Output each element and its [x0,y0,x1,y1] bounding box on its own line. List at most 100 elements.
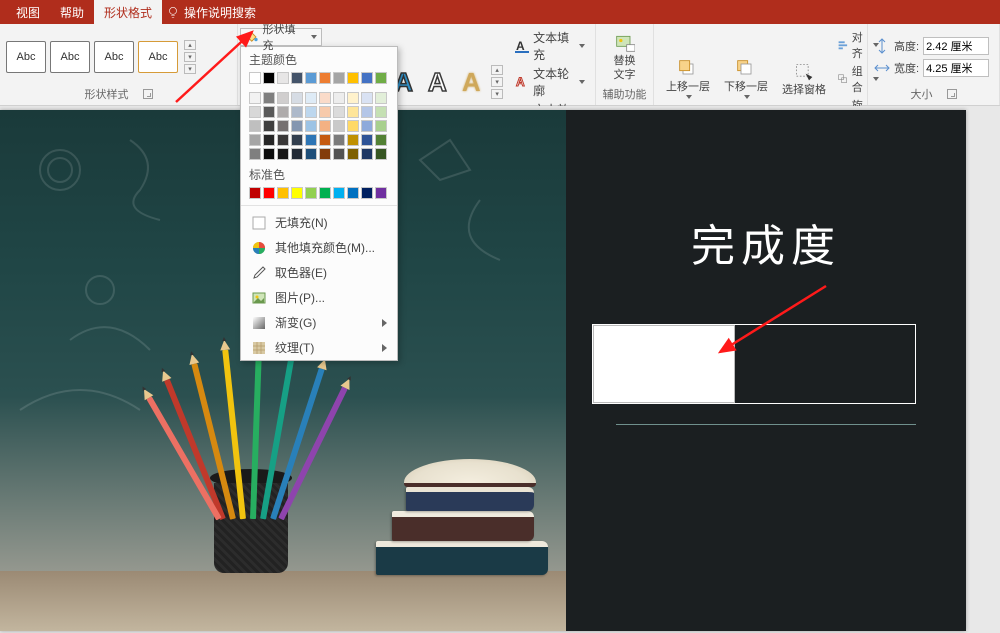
color-swatch[interactable] [333,120,345,132]
wordart-preset-3[interactable]: A [455,64,487,100]
color-swatch[interactable] [277,120,289,132]
color-swatch[interactable] [249,72,261,84]
texture-fill-item[interactable]: 纹理(T) [241,335,397,360]
color-swatch[interactable] [305,92,317,104]
shape-style-preset-3[interactable]: Abc [94,41,134,73]
color-swatch[interactable] [291,134,303,146]
color-swatch[interactable] [305,134,317,146]
color-swatch[interactable] [305,187,317,199]
color-swatch[interactable] [249,106,261,118]
color-swatch[interactable] [333,106,345,118]
wordart-scroll-up[interactable]: ▴ [491,65,503,75]
color-swatch[interactable] [277,134,289,146]
color-swatch[interactable] [375,72,387,84]
color-swatch[interactable] [291,72,303,84]
color-swatch[interactable] [291,148,303,160]
picture-fill-item[interactable]: 图片(P)... [241,285,397,310]
gradient-fill-item[interactable]: 渐变(G) [241,310,397,335]
color-swatch[interactable] [305,106,317,118]
color-swatch[interactable] [333,92,345,104]
color-swatch[interactable] [347,92,359,104]
color-swatch[interactable] [277,187,289,199]
selection-pane-button[interactable]: 选择窗格 [776,60,832,98]
color-swatch[interactable] [347,106,359,118]
color-swatch[interactable] [333,148,345,160]
color-swatch[interactable] [249,92,261,104]
color-swatch[interactable] [263,106,275,118]
text-outline-button[interactable]: A 文本轮廓 [511,64,589,100]
slide-title[interactable]: 完成度 [566,210,966,274]
color-swatch[interactable] [375,148,387,160]
eyedropper-item[interactable]: 取色器(E) [241,260,397,285]
shape-fill-button[interactable]: 形状填充 [240,28,322,46]
width-input[interactable] [923,59,989,77]
color-swatch[interactable] [375,92,387,104]
color-swatch[interactable] [319,148,331,160]
color-swatch[interactable] [319,134,331,146]
color-swatch[interactable] [305,120,317,132]
progress-bar-fill-shape[interactable] [593,325,735,403]
color-swatch[interactable] [319,92,331,104]
color-swatch[interactable] [347,72,359,84]
color-swatch[interactable] [263,92,275,104]
gallery-scroll-up[interactable]: ▴ [184,40,196,50]
tab-shape-format[interactable]: 形状格式 [94,0,162,25]
tell-me-search[interactable]: 操作说明搜索 [166,4,256,21]
color-swatch[interactable] [333,72,345,84]
more-fill-colors-item[interactable]: 其他填充颜色(M)... [241,235,397,260]
color-swatch[interactable] [263,120,275,132]
color-swatch[interactable] [263,134,275,146]
color-swatch[interactable] [277,148,289,160]
color-swatch[interactable] [249,120,261,132]
bring-forward-button[interactable]: 上移一层 [660,57,716,101]
gallery-expand[interactable]: ▾ [184,64,196,74]
color-swatch[interactable] [263,187,275,199]
color-swatch[interactable] [277,92,289,104]
no-fill-item[interactable]: 无填充(N) [241,210,397,235]
color-swatch[interactable] [319,187,331,199]
text-fill-button[interactable]: A 文本填充 [511,28,589,64]
color-swatch[interactable] [277,72,289,84]
color-swatch[interactable] [333,134,345,146]
color-swatch[interactable] [291,92,303,104]
color-swatch[interactable] [249,134,261,146]
shape-styles-dialog-launcher[interactable] [143,89,153,99]
slide[interactable]: 完成度 [0,110,966,631]
color-swatch[interactable] [347,134,359,146]
color-swatch[interactable] [319,106,331,118]
color-swatch[interactable] [361,148,373,160]
size-dialog-launcher[interactable] [947,89,957,99]
color-swatch[interactable] [361,72,373,84]
color-swatch[interactable] [375,106,387,118]
color-swatch[interactable] [333,187,345,199]
wordart-scroll-down[interactable]: ▾ [491,77,503,87]
tab-view[interactable]: 视图 [6,0,50,25]
color-swatch[interactable] [263,148,275,160]
wordart-preset-2[interactable]: A [421,64,453,100]
color-swatch[interactable] [305,72,317,84]
height-input[interactable] [923,37,989,55]
color-swatch[interactable] [263,72,275,84]
color-swatch[interactable] [291,106,303,118]
color-swatch[interactable] [249,187,261,199]
color-swatch[interactable] [361,92,373,104]
color-swatch[interactable] [305,148,317,160]
color-swatch[interactable] [291,120,303,132]
gallery-scroll-down[interactable]: ▾ [184,52,196,62]
color-swatch[interactable] [361,120,373,132]
color-swatch[interactable] [347,148,359,160]
progress-bar-outline[interactable] [592,324,916,404]
alt-text-button[interactable]: 替换 文字 [608,31,642,83]
color-swatch[interactable] [375,120,387,132]
color-swatch[interactable] [319,120,331,132]
color-swatch[interactable] [319,72,331,84]
color-swatch[interactable] [347,187,359,199]
color-swatch[interactable] [375,134,387,146]
wordart-expand[interactable]: ▾ [491,89,503,99]
color-swatch[interactable] [375,187,387,199]
tab-help[interactable]: 帮助 [50,0,94,25]
color-swatch[interactable] [361,134,373,146]
color-swatch[interactable] [347,120,359,132]
send-backward-button[interactable]: 下移一层 [718,57,774,101]
color-swatch[interactable] [249,148,261,160]
